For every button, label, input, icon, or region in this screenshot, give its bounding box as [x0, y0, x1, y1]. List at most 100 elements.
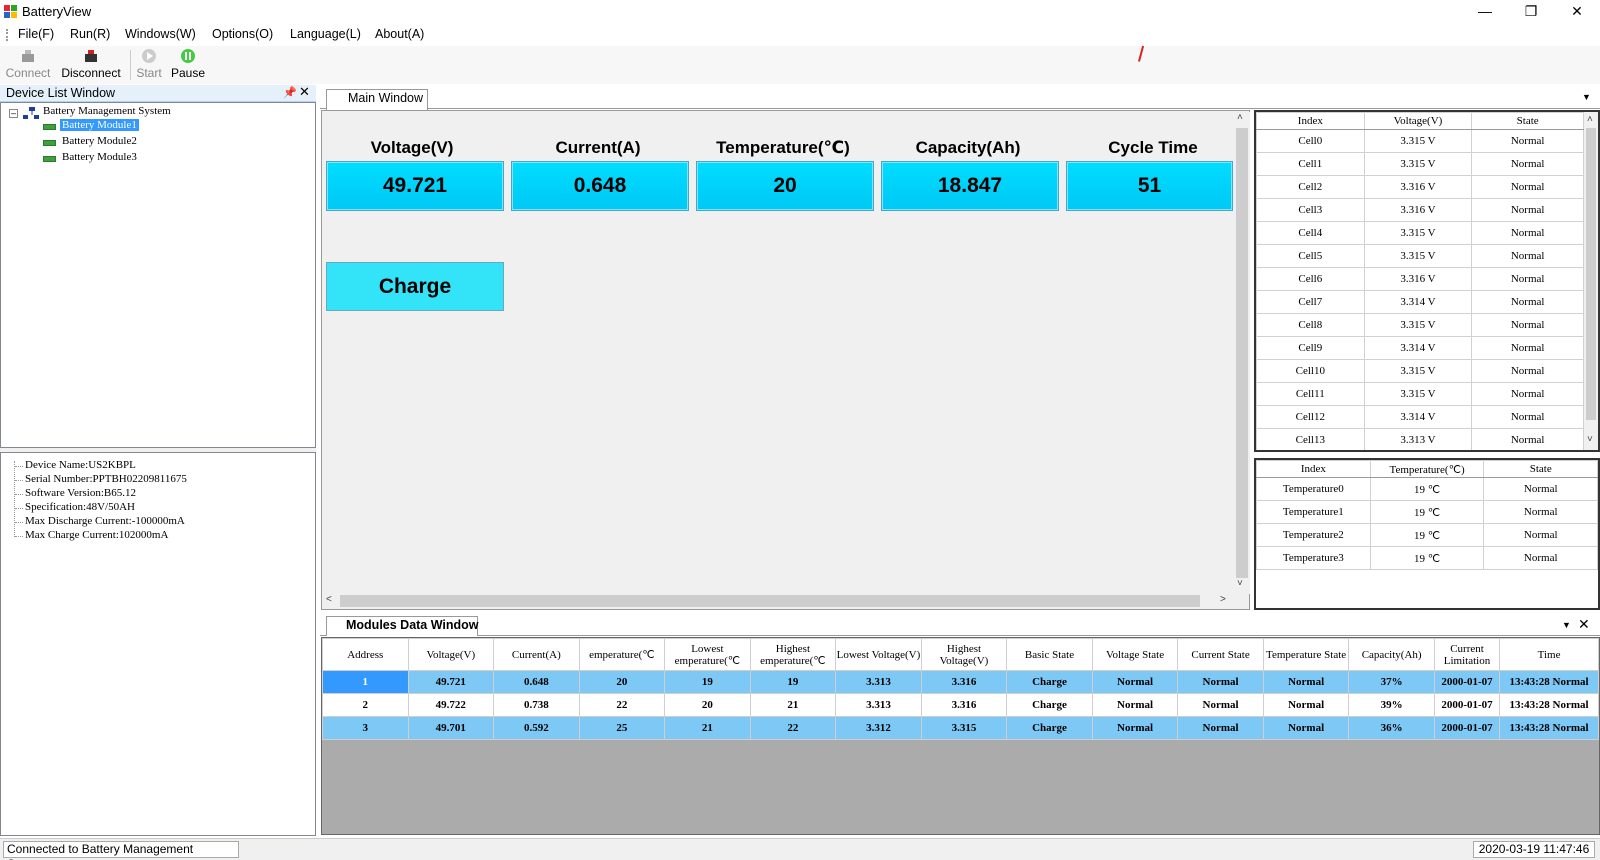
battery-icon	[43, 156, 56, 162]
table-row[interactable]: Temperature0 19 ℃ Normal	[1256, 477, 1598, 501]
col-header-state[interactable]: State	[1471, 112, 1584, 130]
chevron-down-icon[interactable]: ▼	[1562, 620, 1571, 630]
battery-icon	[43, 124, 56, 130]
col-header-state[interactable]: State	[1483, 460, 1598, 478]
collapse-toggle-icon[interactable]: –	[9, 109, 18, 118]
disconnect-button[interactable]: Disconnect	[60, 48, 122, 80]
menu-run[interactable]: Run(R)	[70, 27, 110, 41]
cell-temperature: 20	[578, 670, 666, 694]
scroll-left-icon[interactable]: ˂	[326, 594, 332, 605]
scroll-right-icon[interactable]: ˃	[1220, 594, 1226, 605]
table-row[interactable]: 3 49.701 0.592 25 21 22 3.312 3.315 Char…	[322, 716, 1599, 740]
col-header-voltage[interactable]: Voltage(V)	[407, 638, 495, 671]
scroll-up-icon[interactable]: ˄	[1237, 112, 1243, 123]
main-vertical-scroll-thumb[interactable]	[1236, 128, 1248, 578]
table-row[interactable]: Cell9 3.314 V Normal	[1256, 336, 1584, 360]
metric-current-value: 0.648	[511, 161, 689, 211]
table-row[interactable]: Cell2 3.316 V Normal	[1256, 175, 1584, 199]
col-header-temperature[interactable]: emperature(℃	[578, 638, 666, 671]
menu-options[interactable]: Options(O)	[212, 27, 273, 41]
pause-button[interactable]: Pause	[170, 48, 206, 80]
table-row[interactable]: Cell6 3.316 V Normal	[1256, 267, 1584, 291]
menu-file[interactable]: File(F)	[18, 27, 54, 41]
table-row[interactable]: Cell7 3.314 V Normal	[1256, 290, 1584, 314]
minimize-icon[interactable]: —	[1462, 0, 1508, 24]
col-header-temperature[interactable]: Temperature(℃)	[1369, 460, 1485, 478]
tree-root[interactable]: Battery Management System	[43, 105, 171, 117]
col-header-capacity[interactable]: Capacity(Ah)	[1348, 638, 1435, 671]
col-header-voltage[interactable]: Voltage(V)	[1363, 112, 1473, 130]
cell-highest-temperature: 22	[749, 716, 837, 740]
col-header-time[interactable]: Time	[1499, 638, 1599, 671]
cell-voltage-state: Normal	[1091, 670, 1179, 694]
main-horizontal-scroll-thumb[interactable]	[340, 595, 1200, 607]
tree-item-module1[interactable]: Battery Module1	[60, 119, 139, 131]
cell-voltage: 3.314 V	[1363, 336, 1473, 360]
col-header-current[interactable]: Current(A)	[493, 638, 580, 671]
col-header-highest-temperature[interactable]: Highest emperature(℃	[749, 638, 837, 671]
cell-highest-voltage: 3.316	[920, 693, 1008, 717]
cell-lowest-voltage: 3.312	[835, 716, 922, 740]
cell-lowest-voltage: 3.313	[835, 693, 922, 717]
cell-temperature-state: Normal	[1262, 716, 1350, 740]
close-icon[interactable]: ✕	[1578, 616, 1590, 633]
start-button[interactable]: Start	[134, 48, 164, 80]
table-row[interactable]: Cell12 3.314 V Normal	[1256, 405, 1584, 429]
main-tabstrip	[320, 85, 1600, 109]
device-info-pane: Device Name:US2KBPL Serial Number:PPTBH0…	[0, 452, 316, 836]
col-header-highest-voltage[interactable]: Highest Voltage(V)	[920, 638, 1008, 671]
close-icon[interactable]: ✕	[299, 84, 310, 100]
cell-index: Cell1	[1256, 152, 1365, 176]
col-header-index[interactable]: Index	[1256, 112, 1365, 130]
col-header-address[interactable]: Address	[322, 638, 409, 671]
tree-item-module3[interactable]: Battery Module3	[62, 151, 137, 163]
pause-label: Pause	[170, 66, 206, 80]
col-header-current-limitation[interactable]: Current Limitation	[1433, 638, 1501, 671]
cell-basic-state: Charge	[1006, 670, 1093, 694]
table-row[interactable]: Temperature1 19 ℃ Normal	[1256, 500, 1598, 524]
connect-button[interactable]: Connect	[5, 48, 51, 80]
pin-icon[interactable]: 📌	[283, 86, 297, 99]
table-row[interactable]: Cell13 3.313 V Normal	[1256, 428, 1584, 450]
cell-capacity: 39%	[1348, 693, 1435, 717]
col-header-current-state[interactable]: Current State	[1177, 638, 1264, 671]
table-row[interactable]: Cell10 3.315 V Normal	[1256, 359, 1584, 383]
cell-table-scroll-thumb[interactable]	[1586, 128, 1596, 420]
tree-item-module2[interactable]: Battery Module2	[62, 135, 137, 147]
table-row[interactable]: Cell1 3.315 V Normal	[1256, 152, 1584, 176]
menu-about[interactable]: About(A)	[375, 27, 424, 41]
table-row[interactable]: 2 49.722 0.738 22 20 21 3.313 3.316 Char…	[322, 693, 1599, 717]
device-tree: – Battery Management System Battery Modu…	[0, 102, 316, 448]
col-header-basic-state[interactable]: Basic State	[1006, 638, 1093, 671]
cell-voltage: 3.315 V	[1363, 359, 1473, 383]
table-row[interactable]: Cell0 3.315 V Normal	[1256, 129, 1584, 153]
table-row[interactable]: Cell4 3.315 V Normal	[1256, 221, 1584, 245]
col-header-index[interactable]: Index	[1256, 460, 1371, 478]
info-device-name: Device Name:US2KBPL	[25, 459, 136, 471]
table-row[interactable]: Temperature3 19 ℃ Normal	[1256, 546, 1598, 570]
col-header-temperature-state[interactable]: Temperature State	[1262, 638, 1350, 671]
menu-windows[interactable]: Windows(W)	[125, 27, 196, 41]
scroll-down-icon[interactable]: ˅	[1587, 434, 1593, 445]
restore-icon[interactable]: ❐	[1508, 0, 1554, 24]
menu-language[interactable]: Language(L)	[290, 27, 361, 41]
cell-basic-state: Charge	[1006, 716, 1093, 740]
chevron-down-icon[interactable]: ▼	[1582, 92, 1591, 102]
tree-line	[15, 508, 23, 509]
table-row[interactable]: Cell3 3.316 V Normal	[1256, 198, 1584, 222]
cell-current-limitation: 2000-01-07	[1433, 716, 1501, 740]
table-row[interactable]: Cell5 3.315 V Normal	[1256, 244, 1584, 268]
table-row[interactable]: Cell11 3.315 V Normal	[1256, 382, 1584, 406]
scroll-up-icon[interactable]: ˄	[1587, 114, 1593, 125]
tab-main-window-label: Main Window	[348, 91, 424, 105]
table-row[interactable]: Cell8 3.315 V Normal	[1256, 313, 1584, 337]
col-header-voltage-state[interactable]: Voltage State	[1091, 638, 1179, 671]
close-window-icon[interactable]: ✕	[1554, 0, 1600, 24]
charge-state-indicator: Charge	[326, 262, 504, 311]
table-row[interactable]: Temperature2 19 ℃ Normal	[1256, 523, 1598, 547]
col-header-lowest-voltage[interactable]: Lowest Voltage(V)	[835, 638, 922, 671]
col-header-lowest-temperature[interactable]: Lowest emperature(℃	[664, 638, 751, 671]
cell-state: Normal	[1471, 221, 1584, 245]
table-row[interactable]: 1 49.721 0.648 20 19 19 3.313 3.316 Char…	[322, 670, 1599, 694]
scroll-down-icon[interactable]: ˅	[1237, 578, 1243, 589]
